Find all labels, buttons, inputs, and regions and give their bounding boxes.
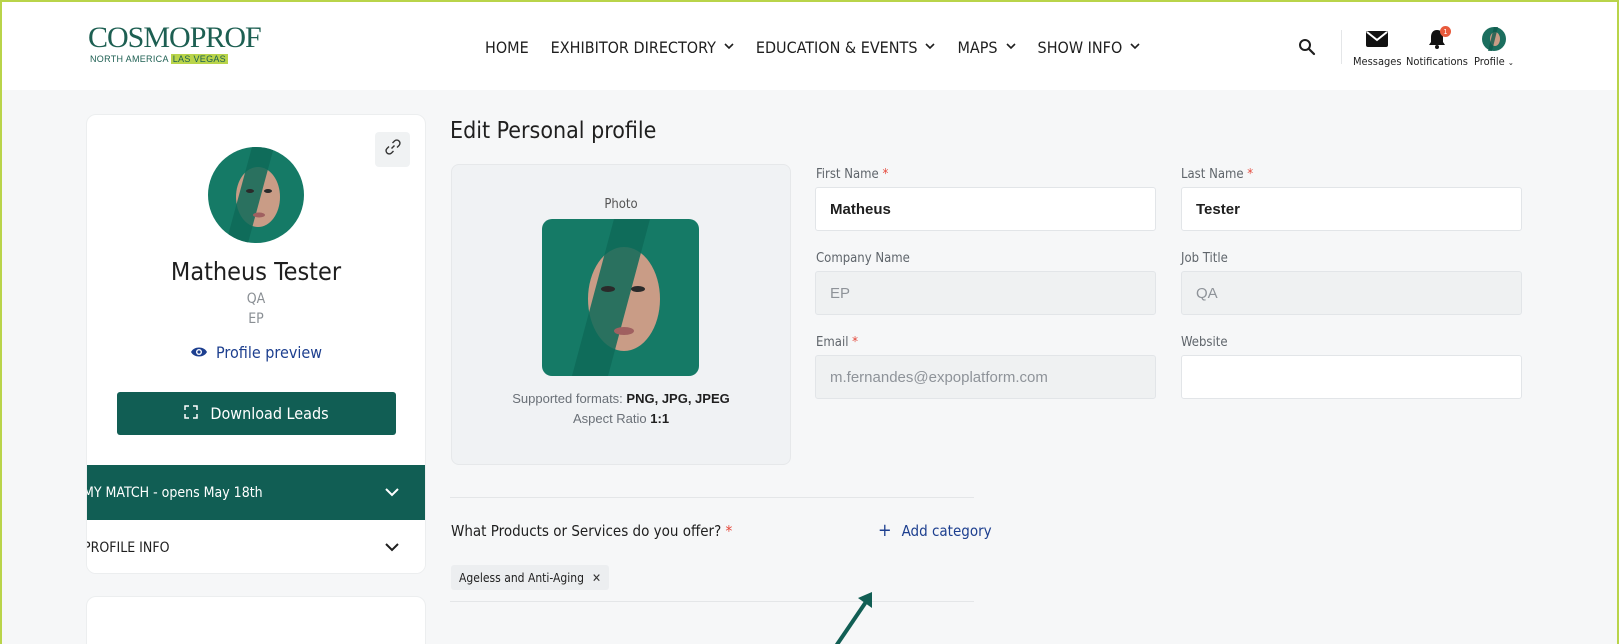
- first-name-label: First Name *: [816, 167, 889, 182]
- profile-name: Matheus Tester: [170, 257, 342, 286]
- notification-badge: 1: [1439, 26, 1451, 37]
- photo-upload-box[interactable]: Photo Supported formats: PNG, JPG, JPEG …: [451, 164, 791, 465]
- email-field: [815, 355, 1156, 399]
- envelope-icon: [1366, 28, 1389, 50]
- logo-subtitle: NORTH AMERICA LAS VEGAS: [90, 54, 228, 64]
- accordion-profile-info-label: PROFILE INFO: [86, 539, 170, 556]
- first-name-field[interactable]: [815, 187, 1156, 231]
- eye-icon: [190, 343, 208, 362]
- last-name-field[interactable]: [1181, 187, 1522, 231]
- company-name-label: Company Name: [816, 251, 910, 266]
- nav-item-exhibitor-directory[interactable]: EXHIBITOR DIRECTORY: [551, 38, 734, 57]
- chevron-down-icon: [385, 540, 399, 556]
- company-name-field: [815, 271, 1156, 315]
- add-category-button[interactable]: + Add category: [878, 520, 992, 541]
- profile-job-title: QA: [246, 291, 266, 307]
- messages-label: Messages: [1353, 55, 1402, 68]
- supported-formats: Supported formats: PNG, JPG, JPEG: [512, 391, 730, 406]
- profile-photo[interactable]: [542, 219, 699, 376]
- aspect-ratio: Aspect Ratio 1:1: [572, 411, 670, 426]
- website-label: Website: [1181, 335, 1228, 350]
- profile-summary-card: Matheus Tester QA EP Profile preview Dow…: [86, 114, 426, 574]
- link-icon: [384, 138, 402, 161]
- logo-region: NORTH AMERICA: [90, 54, 169, 64]
- photo-label: Photo: [604, 197, 638, 212]
- expand-icon: [184, 404, 199, 423]
- nav-item-label: EDUCATION & EVENTS: [755, 38, 918, 57]
- download-leads-button[interactable]: Download Leads: [117, 392, 396, 435]
- logo-city: LAS VEGAS: [170, 54, 228, 64]
- website-field[interactable]: [1181, 355, 1522, 399]
- profile-preview-link[interactable]: Profile preview: [87, 343, 425, 362]
- search-icon[interactable]: [1298, 38, 1316, 56]
- accordion-profile-info[interactable]: PROFILE INFO: [86, 520, 425, 573]
- avatar: [1481, 27, 1506, 51]
- close-icon[interactable]: ✕: [592, 571, 601, 585]
- nav-item-label: MAPS: [957, 38, 998, 57]
- section-divider: [450, 497, 974, 498]
- cosmoprof-logo[interactable]: COSMOPROF NORTH AMERICA LAS VEGAS: [88, 21, 262, 70]
- section-divider: [450, 601, 974, 602]
- chevron-down-icon: [385, 485, 399, 501]
- copy-link-button[interactable]: [375, 132, 410, 167]
- logo-wordmark: COSMOPROF: [88, 21, 262, 54]
- bell-icon: 1: [1428, 26, 1451, 50]
- header-divider: [1341, 30, 1342, 64]
- profile-company: EP: [248, 311, 264, 327]
- chevron-down-icon: [724, 42, 734, 53]
- nav-item-education-events[interactable]: EDUCATION & EVENTS: [756, 38, 936, 57]
- top-header: COSMOPROF NORTH AMERICA LAS VEGAS HOME EXH…: [2, 2, 1617, 90]
- nav-item-maps[interactable]: MAPS: [957, 38, 1016, 57]
- profile-avatar: [208, 147, 304, 243]
- secondary-sidebar-card: [86, 596, 426, 644]
- notifications-button[interactable]: 1 Notifications: [1406, 26, 1468, 68]
- notifications-label: Notifications: [1406, 55, 1468, 68]
- profile-label: Profile ⌄: [1474, 55, 1514, 68]
- accordion-my-match-label: MY MATCH - opens May 18th: [86, 484, 263, 501]
- nav-item-label: EXHIBITOR DIRECTORY: [550, 38, 716, 57]
- messages-button[interactable]: Messages: [1353, 28, 1402, 68]
- last-name-label: Last Name *: [1181, 167, 1254, 182]
- accordion-my-match[interactable]: MY MATCH - opens May 18th: [86, 465, 425, 520]
- profile-menu-button[interactable]: Profile ⌄: [1474, 27, 1514, 68]
- job-title-field: [1181, 271, 1522, 315]
- nav-item-home[interactable]: HOME: [485, 38, 529, 57]
- products-question-label: What Products or Services do you offer? …: [451, 522, 733, 540]
- page-title: Edit Personal profile: [450, 118, 657, 144]
- category-tag-label: Ageless and Anti-Aging: [459, 570, 584, 585]
- download-leads-label: Download Leads: [210, 404, 329, 423]
- nav-item-show-info[interactable]: SHOW INFO: [1038, 38, 1141, 57]
- profile-preview-label: Profile preview: [216, 343, 322, 362]
- plus-icon: +: [878, 520, 892, 541]
- email-label: Email *: [816, 335, 859, 350]
- main-nav: HOME EXHIBITOR DIRECTORY EDUCATION & EVENT…: [485, 38, 1162, 57]
- chevron-down-icon: ⌄: [1507, 58, 1514, 67]
- chevron-down-icon: [1005, 42, 1016, 53]
- chevron-down-icon: [1130, 42, 1140, 53]
- nav-item-label: HOME: [485, 38, 529, 57]
- category-tag: Ageless and Anti-Aging ✕: [451, 565, 610, 590]
- nav-item-label: SHOW INFO: [1037, 38, 1123, 57]
- annotation-arrow-icon: [828, 588, 878, 644]
- app-frame: COSMOPROF NORTH AMERICA LAS VEGAS HOME EXH…: [0, 0, 1619, 644]
- add-category-label: Add category: [901, 522, 992, 540]
- chevron-down-icon: [925, 42, 936, 53]
- job-title-label: Job Title: [1181, 251, 1228, 266]
